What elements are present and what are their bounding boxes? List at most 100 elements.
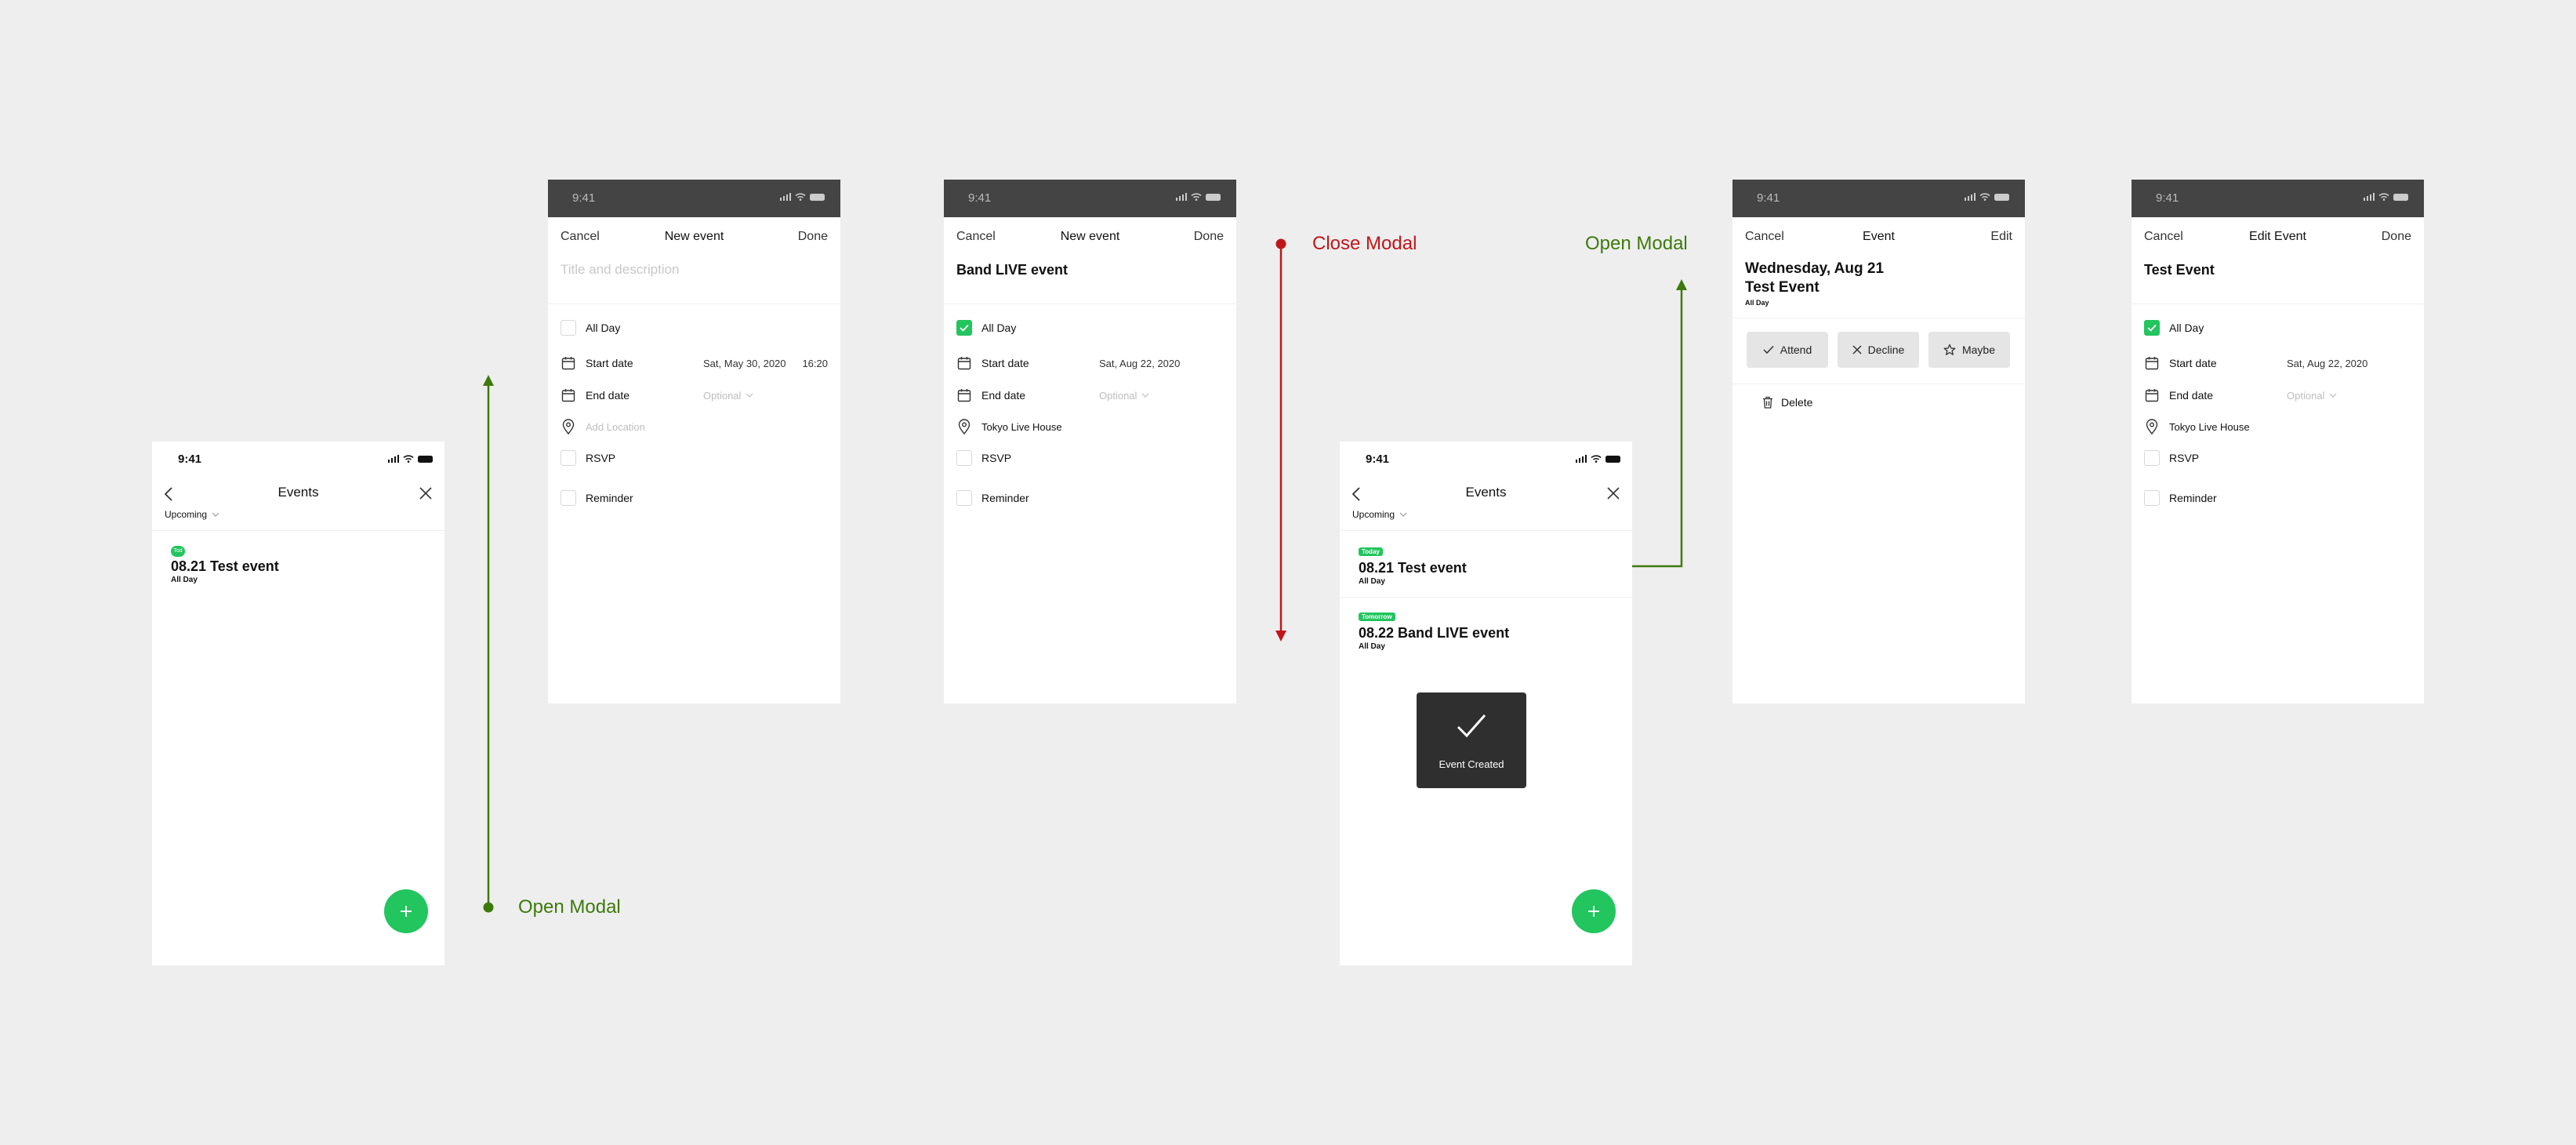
rsvp-row[interactable]: RSVP — [2144, 448, 2411, 468]
upcoming-filter[interactable]: Upcoming — [165, 509, 220, 520]
start-date-row[interactable]: Start date Sat, May 30, 2020 16:20 — [561, 353, 828, 373]
all-day-row[interactable]: All Day — [2144, 318, 2411, 338]
add-event-button[interactable] — [1572, 889, 1616, 933]
chevron-down-icon — [1399, 512, 1407, 517]
signal-icon — [1575, 455, 1587, 463]
all-day-row[interactable]: All Day — [956, 318, 1224, 338]
location-input[interactable]: Add Location — [586, 421, 645, 433]
title-input[interactable]: Test Event — [2144, 262, 2215, 278]
title-input[interactable]: Band LIVE event — [956, 262, 1068, 278]
end-date-row[interactable]: End date Optional — [2144, 385, 2411, 405]
upcoming-filter[interactable]: Upcoming — [1352, 509, 1407, 520]
rsvp-row[interactable]: RSVP — [956, 448, 1224, 468]
calendar-icon — [956, 355, 972, 371]
rsvp-label: RSVP — [981, 452, 1012, 464]
start-date-label: Start date — [981, 357, 1029, 369]
signal-icon — [1964, 193, 1976, 201]
end-date-value[interactable]: Optional — [2287, 390, 2337, 402]
title-input[interactable]: Title and description — [561, 262, 680, 278]
calendar-icon — [561, 355, 576, 371]
all-day-row[interactable]: All Day — [561, 318, 828, 338]
decline-button[interactable]: Decline — [1838, 332, 1919, 368]
battery-icon — [1206, 193, 1221, 201]
wifi-icon — [2378, 193, 2389, 201]
status-bar: 9:41 — [2132, 180, 2424, 217]
location-pin-icon — [2144, 419, 2160, 434]
reminder-row[interactable]: Reminder — [2144, 488, 2411, 508]
reminder-checkbox[interactable] — [956, 490, 972, 506]
battery-icon — [810, 193, 825, 201]
end-date-row[interactable]: End date Optional — [956, 385, 1224, 405]
rsvp-checkbox[interactable] — [956, 450, 972, 466]
close-modal-label: Close Modal — [1312, 233, 1417, 254]
end-date-label: End date — [2169, 389, 2214, 402]
screen-events-list: 9:41 Events Upcoming Tod 08.21 Test even… — [152, 442, 444, 965]
check-icon — [1457, 714, 1486, 738]
location-input[interactable]: Tokyo Live House — [981, 421, 1062, 433]
reminder-row[interactable]: Reminder — [561, 488, 828, 508]
status-time: 9:41 — [572, 191, 596, 205]
add-event-button[interactable] — [384, 889, 428, 933]
list-item[interactable]: Tod 08.21 Test event All Day — [171, 542, 279, 584]
wifi-icon — [795, 193, 806, 201]
delete-button[interactable]: Delete — [1762, 396, 1812, 409]
start-date-value[interactable]: Sat, May 30, 2020 — [703, 358, 786, 369]
signal-icon — [779, 193, 791, 201]
all-day-checkbox[interactable] — [561, 320, 576, 336]
wifi-icon — [1591, 455, 1602, 463]
reminder-row[interactable]: Reminder — [956, 488, 1224, 508]
end-date-value[interactable]: Optional — [1099, 390, 1149, 402]
modal-navbar: Cancel New event Done — [944, 217, 1236, 256]
start-time-value[interactable]: 16:20 — [802, 358, 828, 369]
chevron-down-icon — [1141, 393, 1149, 398]
today-badge: Today — [1359, 547, 1383, 556]
edit-button[interactable]: Edit — [1990, 230, 2012, 244]
list-item[interactable]: Tomorrow 08.22 Band LIVE event All Day — [1359, 609, 1509, 651]
check-icon — [960, 324, 969, 332]
close-icon[interactable] — [419, 486, 433, 500]
all-day-checkbox[interactable] — [2144, 320, 2160, 336]
start-date-label: Start date — [2169, 357, 2217, 369]
maybe-label: Maybe — [1961, 344, 1996, 356]
signal-icon — [2363, 193, 2375, 201]
done-button[interactable]: Done — [2382, 230, 2411, 244]
rsvp-checkbox[interactable] — [2144, 450, 2160, 466]
done-button[interactable]: Done — [798, 230, 828, 244]
rsvp-checkbox[interactable] — [561, 450, 576, 466]
all-day-checkbox[interactable] — [956, 320, 972, 336]
close-icon[interactable] — [1606, 486, 1620, 500]
start-date-row[interactable]: Start date Sat, Aug 22, 2020 — [956, 353, 1224, 373]
rsvp-row[interactable]: RSVP — [561, 448, 828, 468]
end-date-row[interactable]: End date Optional — [561, 385, 828, 405]
attend-button[interactable]: Attend — [1747, 332, 1828, 368]
status-icons — [1175, 193, 1221, 201]
signal-icon — [1175, 193, 1187, 201]
done-button[interactable]: Done — [1194, 230, 1224, 244]
modal-navbar: Cancel Edit Event Done — [2132, 217, 2424, 256]
reminder-checkbox[interactable] — [561, 490, 576, 506]
screen-edit-event: 9:41 Cancel Edit Event Done Test Event A… — [2132, 180, 2424, 703]
location-row[interactable]: Tokyo Live House — [956, 416, 1224, 437]
battery-icon — [418, 455, 433, 463]
event-title: 08.21 Test event — [1359, 560, 1467, 576]
status-bar: 9:41 — [944, 180, 1236, 217]
start-date-value[interactable]: Sat, Aug 22, 2020 — [2287, 358, 2367, 369]
location-input[interactable]: Tokyo Live House — [2169, 421, 2250, 433]
chevron-down-icon — [746, 393, 753, 398]
trash-icon — [1763, 396, 1772, 409]
rsvp-label: RSVP — [2169, 452, 2200, 464]
modal-navbar: Cancel New event Done — [548, 217, 840, 256]
start-date-row[interactable]: Start date Sat, Aug 22, 2020 — [2144, 353, 2411, 373]
location-row[interactable]: Tokyo Live House — [2144, 416, 2411, 437]
start-date-value[interactable]: Sat, Aug 22, 2020 — [1099, 358, 1180, 369]
location-pin-icon — [561, 419, 576, 434]
status-icons — [387, 455, 433, 463]
maybe-button[interactable]: Maybe — [1928, 332, 2010, 368]
end-date-value[interactable]: Optional — [703, 390, 753, 402]
status-time: 9:41 — [1366, 453, 1390, 466]
reminder-checkbox[interactable] — [2144, 490, 2160, 506]
wifi-icon — [403, 455, 414, 463]
location-row[interactable]: Add Location — [561, 416, 828, 437]
list-item[interactable]: Today 08.21 Test event All Day — [1359, 543, 1467, 586]
event-subtitle: All Day — [171, 576, 198, 584]
